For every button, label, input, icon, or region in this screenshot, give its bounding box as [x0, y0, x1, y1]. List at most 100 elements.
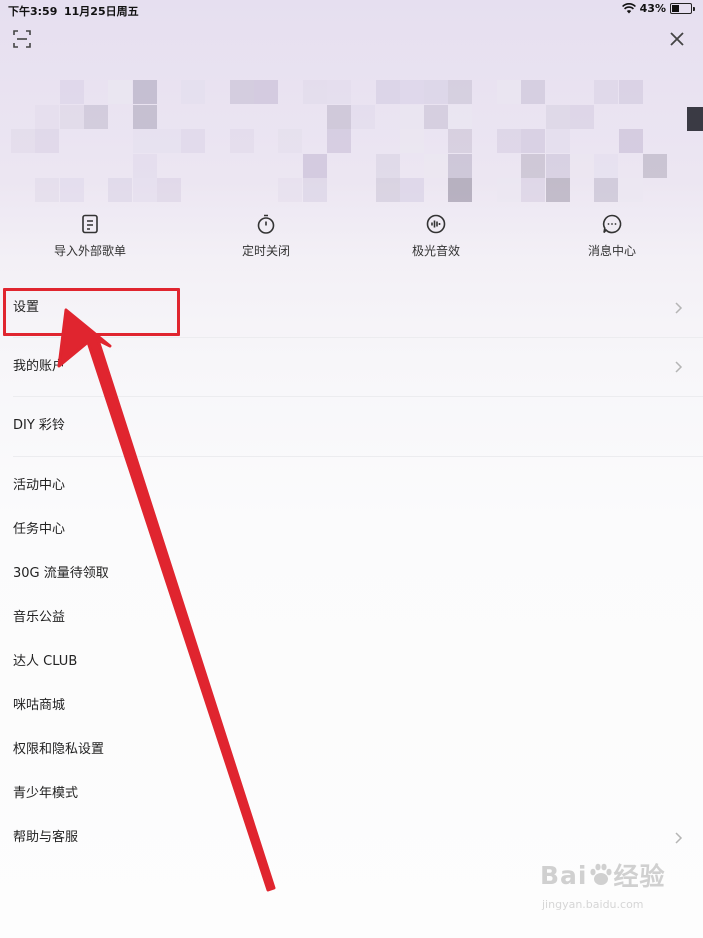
mosaic-tile	[326, 104, 351, 129]
mosaic-tile	[448, 104, 473, 129]
battery-tip	[693, 6, 695, 11]
mosaic-tile	[521, 178, 546, 202]
message-icon	[602, 214, 622, 234]
mosaic-tile	[181, 129, 206, 153]
menu-item-label: 任务中心	[13, 522, 66, 537]
mosaic-tile	[375, 80, 400, 104]
menu-item-label: 权限和隐私设置	[13, 742, 105, 757]
menu-item-diy-ringtone[interactable]: DIY 彩铃	[0, 404, 703, 448]
mosaic-tile	[569, 104, 594, 129]
menu-item-help-service[interactable]: 帮助与客服	[0, 816, 703, 860]
menu-item-my-account[interactable]: 我的账户	[0, 345, 703, 389]
mosaic-tile	[521, 153, 546, 178]
mosaic-tile	[497, 80, 521, 104]
wifi-icon	[621, 3, 636, 14]
mosaic-tile	[11, 129, 35, 153]
mosaic-tile	[618, 178, 643, 202]
scan-icon	[13, 30, 31, 48]
timer-icon	[257, 214, 275, 234]
mosaic-tile	[132, 80, 157, 104]
mosaic-tile	[351, 104, 376, 129]
paw-icon	[589, 863, 612, 885]
mosaic-tile	[618, 80, 643, 104]
mosaic-tile	[278, 178, 303, 202]
mosaic-tile	[642, 153, 667, 178]
menu-item-talent-club[interactable]: 达人 CLUB	[0, 640, 703, 684]
mosaic-tile	[618, 129, 643, 153]
mosaic-tile	[399, 104, 424, 129]
mosaic-tile	[132, 178, 157, 202]
mosaic-tile	[108, 80, 133, 104]
mosaic-tile	[521, 80, 546, 104]
mosaic-tile	[448, 178, 473, 202]
mosaic-tile	[687, 107, 703, 131]
mosaic-tile	[545, 153, 570, 178]
mosaic-tile	[521, 129, 546, 153]
menu-item-label: 活动中心	[13, 478, 66, 493]
mosaic-tile	[35, 129, 60, 153]
playlist-import-icon	[82, 214, 98, 234]
watermark-brand-suffix: 经验	[613, 862, 666, 891]
menu-item-music-charity[interactable]: 音乐公益	[0, 596, 703, 640]
mosaic-tile	[497, 178, 521, 202]
mosaic-tile	[156, 178, 181, 202]
mosaic-tile	[229, 80, 254, 104]
mosaic-tile	[326, 129, 351, 153]
divider	[13, 396, 703, 397]
mosaic-tile	[132, 104, 157, 129]
mosaic-tile	[156, 129, 181, 153]
sound-effect-button[interactable]: 极光音效	[376, 213, 496, 259]
timer-off-button[interactable]: 定时关闭	[206, 213, 326, 259]
battery-icon	[670, 3, 692, 14]
close-icon	[670, 32, 684, 46]
quick-label: 导入外部歌单	[53, 244, 126, 258]
mosaic-tile	[448, 129, 473, 153]
menu-item-label: 我的账户	[13, 359, 66, 374]
menu-item-data-reward[interactable]: 30G 流量待领取	[0, 552, 703, 596]
mosaic-tile	[35, 178, 60, 202]
mosaic-tile	[35, 104, 60, 129]
mosaic-tile	[545, 104, 570, 129]
quick-label: 定时关闭	[241, 244, 290, 258]
status-time: 下午3:59	[8, 5, 58, 18]
mosaic-tile	[59, 80, 84, 104]
mosaic-tile	[399, 178, 424, 202]
menu-item-activity-center[interactable]: 活动中心	[0, 464, 703, 508]
mosaic-tile	[229, 129, 254, 153]
close-button[interactable]	[666, 28, 688, 50]
scan-button[interactable]	[11, 28, 33, 50]
mosaic-tile	[424, 80, 449, 104]
mosaic-tile	[326, 80, 351, 104]
mosaic-tile	[108, 178, 133, 202]
menu-item-teen-mode[interactable]: 青少年模式	[0, 772, 703, 816]
chevron-right-icon	[675, 302, 683, 314]
menu-item-label: 帮助与客服	[13, 830, 79, 845]
mosaic-tile	[181, 80, 206, 104]
status-date: 11月25日周五	[64, 5, 139, 18]
mosaic-tile	[254, 80, 278, 104]
mosaic-tile	[448, 80, 473, 104]
menu-item-migu-mall[interactable]: 咪咕商城	[0, 684, 703, 728]
chevron-right-icon	[675, 361, 683, 373]
menu-item-label: 青少年模式	[13, 786, 79, 801]
mosaic-tile	[569, 153, 594, 178]
quick-label: 极光音效	[411, 244, 460, 258]
mosaic-tile	[448, 153, 473, 178]
import-playlist-button[interactable]: 导入外部歌单	[30, 213, 150, 259]
watermark-brand-prefix: Bai	[540, 860, 588, 890]
mosaic-tile	[424, 104, 449, 129]
menu-item-label: 音乐公益	[13, 610, 66, 625]
menu-item-privacy-settings[interactable]: 权限和隐私设置	[0, 728, 703, 772]
mosaic-tile	[302, 153, 327, 178]
mosaic-tile	[545, 178, 570, 202]
sound-effect-icon	[426, 214, 446, 234]
mosaic-tile	[545, 129, 570, 153]
mosaic-tile	[594, 153, 619, 178]
menu-item-task-center[interactable]: 任务中心	[0, 508, 703, 552]
baidu-watermark: Bai 经验 jingyan.baidu.com	[540, 857, 670, 927]
mosaic-tile	[399, 129, 424, 153]
pixelated-user-info	[11, 80, 703, 210]
mosaic-tile	[132, 129, 157, 153]
message-center-button[interactable]: 消息中心	[552, 213, 672, 259]
mosaic-tile	[59, 104, 84, 129]
